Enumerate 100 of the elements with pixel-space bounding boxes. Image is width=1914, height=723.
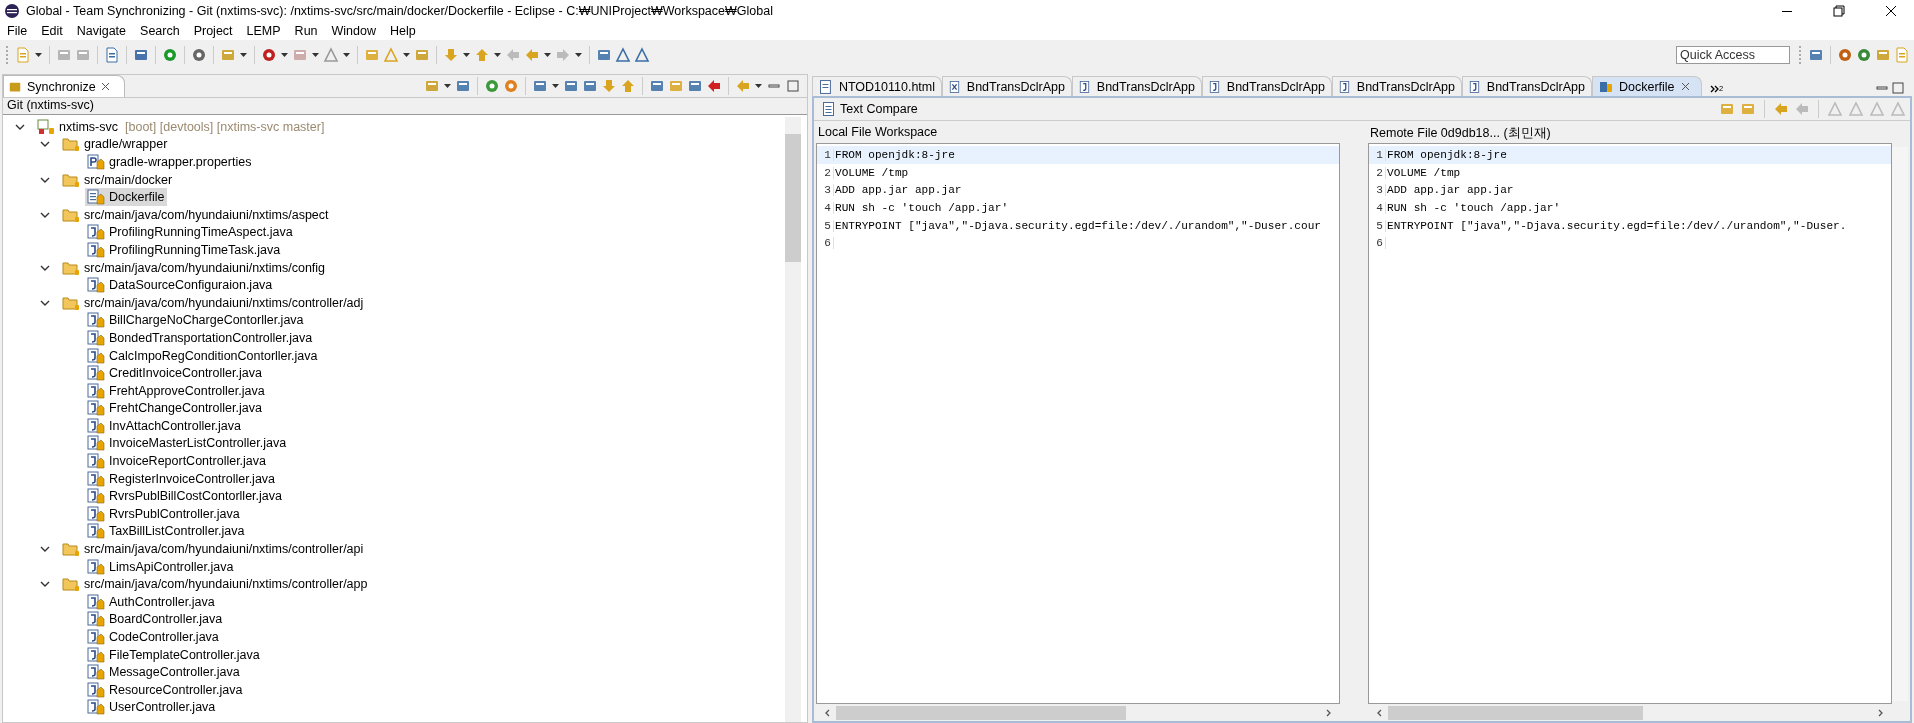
tree-item[interactable]: nxtims-svc (35, 117, 121, 136)
java-file-icon (87, 347, 105, 364)
line-number: 6 (1369, 237, 1386, 250)
java-file-icon (87, 488, 105, 505)
caret-icon[interactable] (575, 53, 582, 57)
tree-item[interactable]: src/main/docker (60, 170, 175, 189)
tree-item[interactable]: src/main/java/com/hyundaiuni/nxtims/aspect (60, 205, 331, 224)
tree-item[interactable]: ProfilingRunningTimeTask.java (85, 240, 283, 259)
menu-item[interactable]: Project (186, 24, 240, 38)
java-file-icon (87, 277, 105, 294)
menu-item[interactable]: LEMP (239, 24, 288, 38)
menu-item[interactable]: Search (133, 24, 187, 38)
java-file-icon (1209, 79, 1221, 94)
caret-icon[interactable] (281, 53, 288, 57)
java-file-icon (87, 453, 105, 470)
binary-file-icon[interactable] (104, 47, 120, 63)
editor-tab[interactable]: Dockerfile (1592, 76, 1702, 96)
caret-icon[interactable] (494, 53, 501, 57)
editor-tab[interactable]: BndTransDclrApp (1462, 76, 1592, 96)
tree-item[interactable]: UserController.java (85, 698, 218, 717)
tree-item[interactable]: CalcImpoRegConditionContorller.java (85, 346, 320, 365)
caret-icon[interactable] (343, 53, 350, 57)
tree-item[interactable]: AuthController.java (85, 592, 217, 611)
tree-item[interactable]: src/main/java/com/hyundaiuni/nxtims/controller/app (60, 575, 370, 594)
line-number: 1 (1369, 148, 1386, 161)
tree-item[interactable]: ResourceController.java (85, 680, 245, 699)
tree-item[interactable]: MessageController.java (85, 663, 242, 682)
editor-tab[interactable]: BndTransDclrApp (1332, 76, 1462, 96)
code-line: ADD app.jar app.jar (1386, 184, 1514, 197)
properties-file-icon (87, 154, 105, 170)
project-icon (37, 118, 55, 135)
scrollbar[interactable] (785, 117, 801, 722)
caret-icon[interactable] (444, 84, 451, 88)
triangle-icon[interactable] (634, 47, 650, 63)
tree-item[interactable]: src/main/java/com/hyundaiuni/nxtims/config (60, 258, 328, 277)
caret-icon[interactable] (240, 53, 247, 57)
package-folder-icon (62, 171, 80, 188)
xml-file-icon (949, 79, 961, 94)
tree-item[interactable]: TaxBillListController.java (85, 522, 247, 541)
java-file-icon (87, 417, 105, 434)
caret-icon[interactable] (403, 53, 410, 57)
java-file-icon (87, 593, 105, 610)
scroll-right-icon[interactable] (1876, 708, 1884, 717)
tree-item[interactable]: CreditInvoiceController.java (85, 364, 264, 383)
editor-tab[interactable]: BndTransDclrApp (1202, 76, 1332, 96)
tree-item[interactable]: InvAttachController.java (85, 416, 243, 435)
scroll-right-icon[interactable] (1324, 708, 1332, 717)
tree-item[interactable]: RvrsPublBillCostContorller.java (85, 487, 284, 506)
tree-item[interactable]: gradle/wrapper (60, 135, 170, 154)
view-tab[interactable]: Synchronize (3, 75, 125, 97)
java-file-icon (87, 329, 105, 346)
caret-icon[interactable] (552, 84, 559, 88)
close-icon[interactable] (100, 82, 110, 91)
tree-item[interactable]: LimsApiController.java (85, 557, 236, 576)
menu-item[interactable]: File (0, 24, 35, 38)
editor-tab[interactable]: BndTransDclrApp (1072, 76, 1202, 96)
package-folder-icon (62, 206, 80, 223)
java-file-icon (87, 699, 105, 716)
caret-icon[interactable] (544, 53, 551, 57)
code-line: FROM openjdk:8-jre (1386, 148, 1507, 161)
tree-item[interactable]: InvoiceReportController.java (85, 452, 269, 471)
tree-item[interactable]: ProfilingRunningTimeAspect.java (85, 223, 295, 242)
java-file-icon (87, 400, 105, 417)
tree-item[interactable]: FrehtApproveController.java (85, 381, 267, 400)
tree-item[interactable]: InvoiceMasterListController.java (85, 434, 289, 453)
tree-item[interactable]: BoardController.java (85, 610, 225, 629)
scrollbar[interactable] (1892, 147, 1908, 701)
scroll-left-icon[interactable] (1376, 708, 1384, 717)
editor-tab[interactable]: NTOD10110.html (812, 76, 942, 96)
tree-item[interactable]: RvrsPublController.java (85, 504, 242, 523)
menu-item[interactable]: Run (287, 24, 325, 38)
close-icon[interactable] (1680, 82, 1690, 91)
quick-access-field[interactable]: Quick Access (1676, 46, 1790, 64)
tree-item[interactable]: BondedTransportationController.java (85, 328, 315, 347)
tree-item[interactable]: src/main/java/com/hyundaiuni/nxtims/controller/api (60, 540, 366, 559)
tree-item[interactable]: DataSourceConfiguraion.java (85, 276, 275, 295)
triangle-icon[interactable] (615, 47, 631, 63)
caret-icon[interactable] (312, 53, 319, 57)
caret-icon[interactable] (755, 84, 762, 88)
tree-item[interactable]: gradle-wrapper.properties (85, 153, 254, 171)
maximize-icon[interactable] (1890, 80, 1906, 96)
tree-item[interactable]: FrehtChangeController.java (85, 399, 264, 418)
tree-item[interactable]: BillChargeNoChargeContorller.java (85, 311, 306, 330)
menu-item[interactable]: Navigate (69, 24, 134, 38)
line-number: 3 (1369, 184, 1386, 197)
eclipse-logo-icon (4, 3, 20, 19)
menu-item[interactable]: Edit (34, 24, 70, 38)
java-file-icon (87, 558, 105, 575)
tree-item[interactable]: src/main/java/com/hyundaiuni/nxtims/controller/adj (60, 293, 366, 312)
menu-item[interactable]: Help (383, 24, 423, 38)
tree-item[interactable]: FileTemplateController.java (85, 645, 262, 664)
caret-icon[interactable] (35, 53, 42, 57)
menu-item[interactable]: Window (324, 24, 383, 38)
tree-item[interactable]: RegisterInvoiceController.java (85, 469, 278, 488)
tree-item[interactable]: Dockerfile (85, 188, 167, 207)
scroll-left-icon[interactable] (824, 708, 832, 717)
tree-item[interactable]: CodeController.java (85, 628, 221, 646)
maximize-icon[interactable] (785, 78, 801, 94)
editor-tab[interactable]: BndTransDclrApp (942, 76, 1072, 96)
caret-icon[interactable] (463, 53, 470, 57)
